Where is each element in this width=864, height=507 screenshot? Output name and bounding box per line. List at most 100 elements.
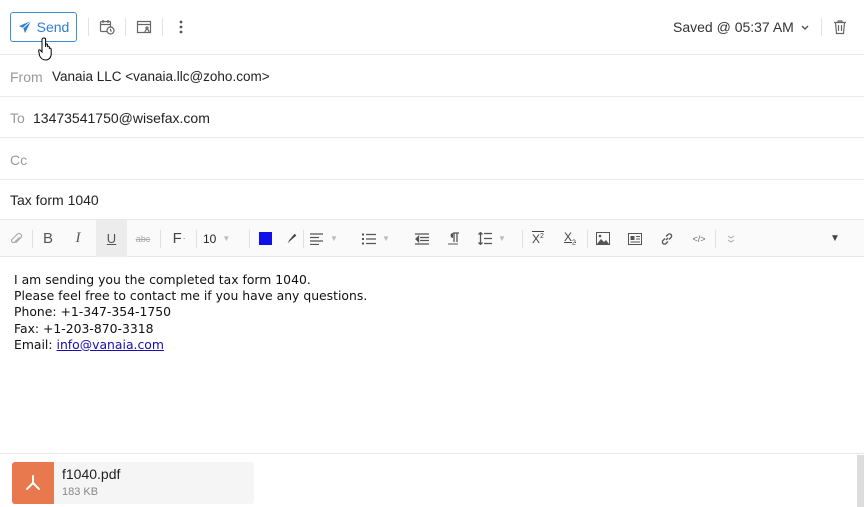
paragraph-button[interactable] (444, 220, 464, 257)
chevron-down-icon (801, 25, 809, 30)
list-dropdown[interactable]: ▼ (362, 220, 398, 257)
font-size-value: 10 (203, 231, 217, 246)
more-icon (179, 20, 183, 34)
schedule-send-button[interactable] (97, 17, 117, 37)
body-line: Fax: +1-203-870-3318 (14, 320, 154, 336)
send-label: Send (36, 19, 70, 35)
highlight-button[interactable] (283, 220, 301, 257)
bullet-list-icon (362, 233, 376, 244)
body-line: Please feel free to contact me if you ha… (14, 288, 368, 304)
saved-status: Saved @ 05:37 AM (673, 19, 794, 35)
text-color-button[interactable] (256, 220, 274, 257)
source-code-button[interactable]: </> (689, 220, 709, 257)
align-left-icon (310, 232, 323, 245)
body-line: I am sending you the completed tax form … (14, 272, 311, 287)
paperclip-icon (11, 232, 23, 243)
cc-label: Cc (10, 152, 28, 168)
font-icon: F (172, 230, 182, 247)
divider (88, 18, 89, 36)
divider (587, 230, 588, 248)
from-row: From Vanaia LLC <vanaia.llc@zoho.com> (0, 55, 864, 97)
superscript-button[interactable]: X2 (528, 220, 548, 257)
line-spacing-dropdown[interactable]: ▼ (478, 220, 514, 257)
strikethrough-button[interactable]: abc (131, 220, 155, 257)
template-button[interactable] (134, 17, 154, 37)
underline-icon: U (106, 231, 117, 246)
more-options-button[interactable] (171, 17, 191, 37)
line-spacing-icon (478, 232, 492, 245)
template-icon (136, 20, 152, 34)
strikethrough-icon: abc (135, 233, 151, 244)
to-row: To 13473541750@wisefax.com (0, 97, 864, 138)
double-chevron-icon (727, 235, 735, 243)
from-label: From (10, 69, 43, 85)
text-color-swatch (258, 232, 272, 245)
font-dot: · (182, 234, 186, 243)
pdf-file-icon (12, 462, 54, 504)
formatting-toolbar: B I U abc F · 10 ▼ ▼ ▼ ▼ X2 X2 </> ▼ (0, 219, 864, 257)
cc-row[interactable]: Cc (0, 138, 864, 180)
italic-button[interactable]: I (66, 220, 90, 257)
from-select[interactable]: Vanaia LLC <vanaia.llc@zoho.com> (52, 69, 270, 84)
font-family-button[interactable]: F · (166, 220, 192, 257)
table-icon (628, 232, 642, 245)
trash-icon (834, 20, 846, 35)
subscript-icon: X2 (564, 230, 576, 247)
font-size-dropdown[interactable]: 10 ▼ (203, 220, 241, 257)
attachment-size: 183 KB (62, 486, 99, 498)
scrollbar[interactable] (857, 455, 864, 507)
divider (162, 18, 163, 36)
divider (303, 230, 304, 248)
pilcrow-icon (448, 231, 459, 244)
divider (196, 230, 197, 248)
highlighter-icon (285, 233, 299, 246)
divider (522, 230, 523, 248)
to-field[interactable]: 13473541750@wisefax.com (33, 110, 210, 126)
attachment-item[interactable]: f1040.pdf 183 KB (12, 462, 254, 504)
divider (821, 18, 822, 36)
italic-icon: I (75, 230, 81, 246)
caret-down-icon: ▼ (330, 234, 338, 243)
email-link[interactable]: info@vanaia.com (57, 337, 164, 352)
bold-button[interactable]: B (36, 220, 60, 257)
divider (249, 230, 250, 248)
image-icon (596, 232, 610, 245)
discard-button[interactable] (830, 17, 850, 37)
attachment-filename: f1040.pdf (62, 466, 121, 482)
body-line: Phone: +1-347-354-1750 (14, 304, 172, 320)
divider (160, 230, 161, 248)
superscript-icon: X2 (532, 231, 544, 246)
caret-down-icon: ▼ (222, 234, 231, 243)
subject-row: Tax form 1040 (0, 180, 864, 219)
attachments-area: f1040.pdf 183 KB (0, 453, 864, 507)
code-icon: </> (692, 233, 706, 244)
insert-link-button[interactable] (657, 220, 677, 257)
attach-button[interactable] (4, 220, 28, 257)
outdent-button[interactable] (412, 220, 432, 257)
bold-icon: B (42, 230, 53, 247)
caret-down-icon: ▼ (830, 233, 840, 244)
more-formatting-button[interactable] (721, 220, 741, 257)
align-dropdown[interactable]: ▼ (310, 220, 346, 257)
outdent-icon (415, 232, 429, 245)
compose-toolbar: Send Saved @ 05:37 AM (0, 0, 864, 61)
saved-dropdown-button[interactable] (795, 17, 815, 37)
subscript-button[interactable]: X2 (560, 220, 580, 257)
caret-down-icon: ▼ (382, 234, 390, 243)
link-icon (661, 232, 673, 245)
insert-table-button[interactable] (625, 220, 645, 257)
collapse-toolbar-button[interactable]: ▼ (826, 220, 844, 257)
email-label: Email: (14, 336, 57, 352)
subject-field[interactable]: Tax form 1040 (10, 192, 99, 208)
underline-button[interactable]: U (96, 220, 127, 257)
send-icon (18, 20, 32, 34)
caret-down-icon: ▼ (498, 234, 506, 243)
divider (125, 18, 126, 36)
insert-image-button[interactable] (593, 220, 613, 257)
body-line: Email: info@vanaia.com (14, 337, 367, 353)
divider (715, 230, 716, 248)
divider (32, 230, 33, 248)
to-label: To (10, 110, 25, 126)
schedule-icon (99, 20, 115, 35)
message-body[interactable]: I am sending you the completed tax form … (14, 272, 367, 353)
